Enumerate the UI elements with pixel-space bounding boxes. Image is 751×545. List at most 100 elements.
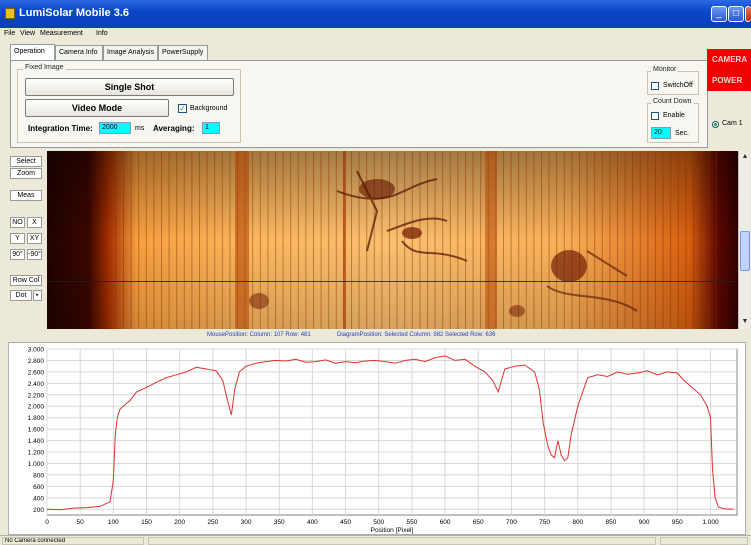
x-tick-label: 700 [506,519,517,526]
rotate-90-button[interactable]: 90° [10,249,25,260]
title-bar[interactable]: LumiSolar Mobile 3.6 _ □ [0,0,751,28]
menu-view[interactable]: View [20,30,35,37]
fixed-image-label: Fixed Image [23,64,66,71]
single-shot-button[interactable]: Single Shot [25,78,234,96]
y-tick-label: 1.400 [28,438,45,445]
y-tick-label: 400 [33,495,44,502]
tool-sidebar: Select Zoom Meas NO X Y XY 90° -90° Row … [0,150,46,330]
count-down-label: Count Down [651,98,694,105]
y-tick-label: 600 [33,484,44,491]
scroll-thumb[interactable] [740,231,750,271]
position-readout: MousePosition: Column: 107 Row: 481 Diag… [47,331,738,341]
x-tick-label: 100 [108,519,119,526]
status-bar: No Camera connected [0,535,751,545]
operation-panel: Fixed Image Single Shot Video Mode ✓ Bac… [10,60,708,148]
cam1-radio[interactable] [712,121,719,128]
x-tick-label: 50 [77,519,85,526]
count-down-enable-checkbox[interactable] [651,112,659,120]
x-tick-label: 250 [207,519,218,526]
menu-info[interactable]: Info [96,30,108,37]
y-tick-label: 800 [33,472,44,479]
x-tick-label: 1.000 [702,519,719,526]
integration-unit-label: ms [135,125,145,132]
profile-chart[interactable]: 200 400 600 800 1.000 1.200 1.400 1.600 1.800 2.0… [8,342,746,535]
y-projection-button[interactable]: Y [10,233,25,244]
el-camera-image[interactable] [47,151,738,329]
x-tick-label: 0 [45,519,49,526]
scroll-down-icon[interactable]: ▼ [740,317,750,327]
cam1-label: Cam 1 [722,120,743,127]
tab-operation[interactable]: Operation [10,44,55,61]
y-tick-label: 2.200 [28,392,45,399]
x-tick-label: 500 [373,519,384,526]
x-tick-label: 400 [307,519,318,526]
y-tick-label: 1.800 [28,415,45,422]
x-tick-label: 950 [672,519,683,526]
x-tick-label: 300 [241,519,252,526]
y-tick-label: 2.600 [28,369,45,376]
x-tick-label: 200 [174,519,185,526]
window-title: LumiSolar Mobile 3.6 [19,7,130,19]
x-tick-label: 450 [340,519,351,526]
dot-button[interactable]: Dot [10,290,32,301]
switch-off-label: SwitchOff [663,82,693,89]
maximize-icon: □ [732,8,740,19]
app-window: LumiSolar Mobile 3.6 _ □ File View Measu… [0,0,751,545]
app-logo-icon [5,8,15,19]
monitor-label: Monitor [651,66,679,73]
no-projection-button[interactable]: NO [10,217,25,228]
image-vertical-scrollbar[interactable]: ▲ ▼ [738,151,750,329]
tab-image-analysis[interactable]: Image Analysis [103,45,158,61]
x-tick-label: 350 [274,519,285,526]
zoom-tool-button[interactable]: Zoom [10,168,42,179]
background-checkbox[interactable]: ✓ [178,104,187,113]
switch-off-checkbox[interactable] [651,82,659,90]
xy-projection-button[interactable]: XY [27,233,42,244]
count-down-enable-label: Enable [663,112,685,119]
y-tick-label: 1.200 [28,450,45,457]
integration-time-input[interactable]: 2000 [99,122,131,134]
menu-file[interactable]: File [4,30,15,37]
integration-time-label: Integration Time: [28,124,93,133]
x-projection-button[interactable]: X [27,217,42,228]
dot-stepper-icon[interactable]: ▸ [33,290,42,301]
y-tick-label: 1.000 [28,461,45,468]
chart-svg: 200 400 600 800 1.000 1.200 1.400 1.600 1.800 2.0… [28,347,738,534]
y-tick-label: 3.000 [28,347,45,354]
power-button[interactable]: POWER [707,70,751,91]
x-tick-label: 750 [539,519,550,526]
y-tick-label: 2.000 [28,404,45,411]
background-label: Background [190,105,228,112]
x-tick-label: 850 [606,519,617,526]
y-tick-label: 2.800 [28,358,45,365]
minimize-icon: _ [716,8,722,19]
rotate-minus-90-button[interactable]: -90° [27,249,42,260]
y-tick-label: 200 [33,507,44,514]
x-axis-label: Position [Pixel] [371,527,414,534]
diagram-position-text: DiagramPosition: Selected Column: 982 Se… [337,332,496,338]
video-mode-button[interactable]: Video Mode [25,99,169,117]
x-tick-label: 800 [572,519,583,526]
x-tick-label: 550 [406,519,417,526]
select-tool-button[interactable]: Select [10,156,42,167]
count-down-unit-label: Sec. [675,130,690,137]
scroll-up-icon[interactable]: ▲ [740,152,750,162]
mouse-position-text: MousePosition: Column: 107 Row: 481 [207,332,311,338]
menu-bar: File View Measurement Info [0,28,751,41]
tab-power-supply[interactable]: PowerSupply [158,45,208,61]
maximize-button[interactable]: □ [728,6,744,22]
count-down-seconds-input[interactable]: 20 [651,127,671,139]
menu-measurement[interactable]: Measurement [40,30,83,37]
camera-button[interactable]: CAMERA [707,49,751,70]
x-tick-label: 600 [440,519,451,526]
row-col-button[interactable]: Row Col [10,275,42,286]
meas-tool-button[interactable]: Meas [10,190,42,201]
el-image-svg [47,151,738,329]
minimize-button[interactable]: _ [711,6,727,22]
tab-camera-info[interactable]: Camera Info [55,45,103,61]
averaging-input[interactable]: 1 [202,122,220,134]
close-button[interactable] [745,6,751,22]
y-tick-label: 1.600 [28,427,45,434]
x-tick-label: 150 [141,519,152,526]
x-tick-label: 900 [639,519,650,526]
